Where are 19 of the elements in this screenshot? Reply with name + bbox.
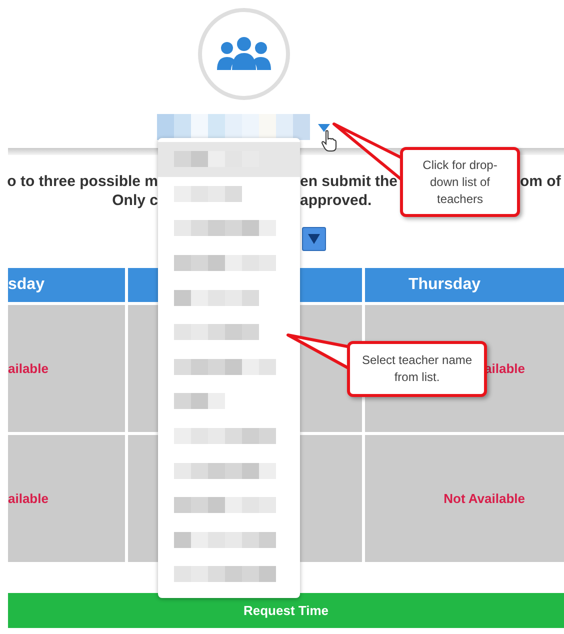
column-header: sday <box>8 268 125 302</box>
column-header: Thursday <box>365 268 564 302</box>
instruction-text: en submit the <box>300 172 399 191</box>
instruction-text: approved. <box>300 191 373 210</box>
caret-icon[interactable] <box>318 124 330 132</box>
instruction-text: o to three possible m <box>6 172 158 191</box>
hand-cursor-icon <box>321 130 337 152</box>
people-icon <box>214 36 274 72</box>
redacted-text[interactable] <box>157 114 310 140</box>
caret-icon <box>308 234 320 244</box>
dropdown-toggle[interactable] <box>302 227 326 251</box>
dropdown-item[interactable] <box>158 142 300 177</box>
table-cell: ailable <box>8 435 125 562</box>
request-time-button[interactable]: Request Time <box>8 593 564 628</box>
table-cell: Not Available <box>365 435 564 562</box>
instruction-text: om of <box>520 172 562 191</box>
instruction-text: Only c <box>111 191 158 210</box>
table-cell: ailable <box>8 305 125 432</box>
callout: Click for drop-down list of teachers <box>400 147 520 217</box>
